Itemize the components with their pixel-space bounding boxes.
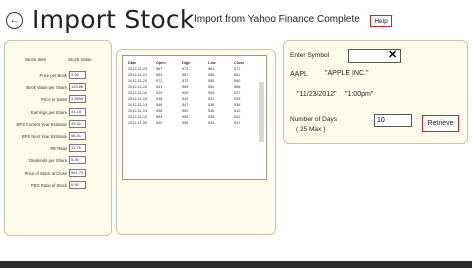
page-title: Import Stock (32, 5, 195, 34)
price-history-table: Date Open High Low Close 2012-11-23 567 … (123, 59, 260, 126)
days-label: Number of Days (290, 116, 337, 123)
high-column-header: High (182, 60, 191, 65)
stock-value-row: Book Value per Share 125.86 (5, 83, 113, 93)
clear-icon[interactable]: ✕ (388, 50, 397, 61)
stock-value-row: PEG Ratio of Stock 0.56 (5, 180, 113, 191)
stock-item-label: Price of Stock at Close (24, 170, 67, 176)
quote-time: "1:00pm" (345, 91, 374, 98)
stock-value-row: PE Ratio 12.76 (5, 144, 113, 154)
table-row[interactable]: 2012-11-09 540 555 534 547 (123, 120, 260, 126)
stock-value-row: Price per Book 4.96 (5, 71, 113, 81)
stock-value-header: Stock Value (68, 57, 92, 62)
days-input[interactable] (374, 114, 412, 127)
stock-item-label: EPS Current Year Estimate (16, 121, 67, 127)
symbol-label: Enter Symbol (290, 52, 330, 59)
stock-value-field[interactable]: 125.86 (69, 83, 86, 92)
stock-item-label: Price to Sales (41, 97, 67, 103)
date-cell: 2012-11-09 (128, 121, 148, 126)
stock-value-row: Price of Stock at Close 561.70 (5, 168, 113, 179)
open-column-header: Open (156, 60, 166, 65)
vertical-scrollbar[interactable] (259, 82, 264, 142)
retrieve-panel: Enter Symbol ✕ AAPL "APPLE INC." "11/23/… (283, 40, 468, 144)
bottom-bar (0, 261, 472, 268)
stock-value-field[interactable]: 58.51 (69, 132, 86, 140)
stock-item-label: Price per Book (39, 73, 67, 78)
price-history-panel: Date Open High Low Close 2012-11-23 567 … (116, 49, 276, 235)
stock-item-header: Stock Item (25, 57, 47, 62)
stock-item-label: Earnings per Share (30, 109, 67, 115)
ticker-symbol: AAPL (290, 71, 308, 78)
quote-date: "11/23/2012" (297, 91, 337, 98)
stock-item-label: Book Value per Share (26, 85, 67, 91)
company-name: "APPLE INC." (325, 70, 369, 77)
stock-value-field[interactable]: 44.15 (69, 107, 86, 116)
days-max-label: ( 25 Max ) (296, 126, 326, 133)
high-cell: 555 (182, 121, 189, 126)
date-column-header: Date (128, 60, 137, 65)
stock-value-field[interactable]: 12.76 (69, 144, 86, 153)
back-button[interactable]: ← (6, 12, 23, 29)
low-column-header: Low (208, 60, 216, 65)
back-arrow-icon: ← (9, 14, 20, 26)
price-history-list[interactable]: Date Open High Low Close 2012-11-23 567 … (122, 55, 267, 180)
stock-value-field[interactable]: 49.32 (69, 119, 86, 128)
stock-item-label: EPS Next Year Estimate (21, 134, 67, 139)
import-status: Import from Yahoo Finance Complete (194, 14, 360, 25)
stock-value-field[interactable]: 0.56 (69, 180, 86, 189)
open-cell: 540 (156, 121, 163, 126)
close-column-header: Close (234, 60, 245, 65)
help-button[interactable]: Help (370, 15, 392, 27)
history-header-row: Date Open High Low Close (123, 59, 260, 66)
stock-value-row: Earnings per Share 44.15 (5, 107, 113, 118)
stock-value-field[interactable]: 3.5806 (69, 95, 86, 104)
stock-value-field[interactable]: 5.30 (69, 156, 86, 165)
low-cell: 534 (208, 121, 215, 126)
stock-values-panel: Stock Item Stock Value Price per Book 4.… (4, 40, 112, 236)
retrieve-button[interactable]: Retrieve (422, 115, 459, 132)
stock-value-row: EPS Next Year Estimate 58.51 (5, 132, 113, 142)
close-cell: 547 (234, 121, 241, 126)
stock-value-field[interactable]: 4.96 (69, 71, 86, 79)
stock-item-label: Dividends per Share (29, 158, 67, 164)
stock-value-row: Dividends per Share 5.30 (5, 156, 113, 166)
stock-item-label: PE Ratio (50, 146, 67, 152)
stock-item-label: PEG Ratio of Stock (30, 182, 67, 188)
stock-value-row: Price to Sales 3.5806 (5, 95, 113, 105)
stock-value-field[interactable]: 561.70 (69, 168, 86, 177)
stock-value-row: EPS Current Year Estimate 49.32 (5, 119, 113, 130)
